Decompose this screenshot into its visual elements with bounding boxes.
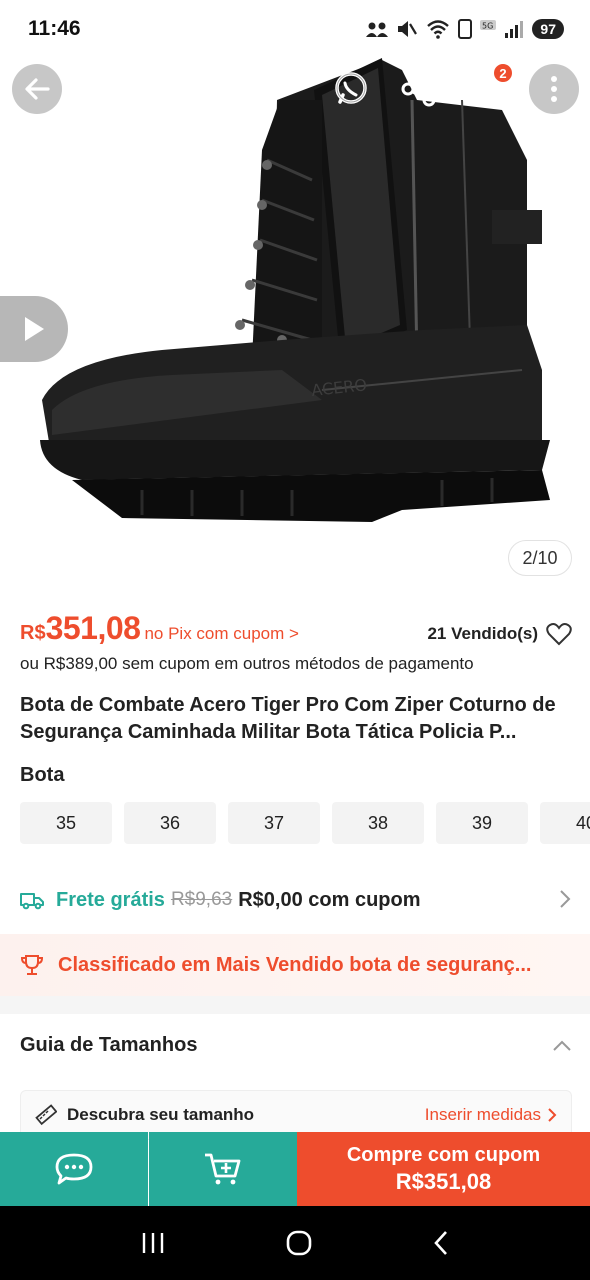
buy-with-coupon-button[interactable]: Compre com cupom R$351,08	[297, 1132, 590, 1206]
chat-icon	[55, 1153, 93, 1185]
product-image-boot: ACERO	[40, 58, 550, 522]
share-icon	[401, 71, 436, 107]
image-counter: 2/10	[508, 540, 572, 576]
price-currency: R$	[20, 622, 46, 644]
insert-measurements-link[interactable]: Inserir medidas	[425, 1105, 557, 1125]
ranking-text: Classificado em Mais Vendido bota de seg…	[58, 953, 532, 976]
heart-icon	[546, 623, 572, 646]
truck-icon	[20, 893, 44, 910]
favorite-button[interactable]	[546, 622, 572, 651]
product-title: Bota de Combate Acero Tiger Pro Com Zipe…	[20, 694, 556, 743]
more-vertical-icon	[551, 76, 557, 102]
trophy-icon	[20, 955, 44, 975]
back-button[interactable]	[12, 64, 62, 114]
old-shipping-price: R$9,63	[170, 889, 233, 910]
size-option[interactable]: 40	[540, 802, 590, 844]
size-option[interactable]: 39	[436, 802, 528, 844]
battery-level: 97	[532, 19, 564, 39]
play-video-button[interactable]	[0, 296, 68, 362]
mute-icon	[398, 21, 418, 37]
section-divider	[0, 996, 590, 1014]
signal-icon	[505, 21, 524, 38]
pix-coupon-link[interactable]: no Pix com cupom >	[144, 624, 299, 644]
size-option[interactable]: 36	[124, 802, 216, 844]
shipping-row[interactable]: Frete grátis R$9,63 R$0,00 com cupom	[20, 880, 572, 920]
alt-price-text: ou R$389,00 sem cupom em outros métodos …	[20, 654, 474, 673]
play-icon	[25, 317, 44, 341]
buy-label: Compre com cupom	[346, 1143, 541, 1166]
size-options: 35 36 37 38 39 40	[20, 802, 590, 844]
chevron-right-icon	[560, 890, 571, 908]
add-to-cart-button[interactable]	[149, 1132, 297, 1206]
wifi-icon	[427, 20, 450, 39]
status-icons: 5G 97	[366, 18, 564, 40]
recents-icon[interactable]	[140, 1231, 166, 1255]
ranking-banner[interactable]: Classificado em Mais Vendido bota de seg…	[0, 934, 590, 996]
size-option[interactable]: 37	[228, 802, 320, 844]
size-option[interactable]: 35	[20, 802, 112, 844]
cart-button[interactable]: 2	[464, 62, 514, 112]
sold-count: 21 Vendido(s)	[427, 624, 538, 643]
whatsapp-icon	[335, 72, 367, 104]
buy-price: R$351,08	[395, 1168, 492, 1194]
chevron-up-icon	[553, 1040, 571, 1051]
size-option[interactable]: 38	[332, 802, 424, 844]
back-nav-icon[interactable]	[432, 1229, 450, 1257]
variant-label: Bota	[20, 764, 65, 786]
add-cart-icon	[205, 1153, 241, 1185]
arrow-left-icon	[25, 78, 50, 100]
status-bar: 11:46 5G 97	[0, 0, 590, 58]
more-options-button[interactable]	[529, 64, 579, 114]
whatsapp-share-button[interactable]	[328, 66, 374, 112]
insert-measurements-label: Inserir medidas	[424, 1105, 541, 1124]
home-icon[interactable]	[285, 1229, 313, 1257]
price-value: 351,08	[45, 610, 141, 646]
share-button[interactable]	[396, 66, 442, 112]
size-guide-header[interactable]: Guia de Tamanhos	[20, 1034, 572, 1057]
svg-text:5G: 5G	[482, 22, 493, 31]
alarm-icon	[458, 19, 473, 39]
product-gallery[interactable]: ACERO 2 2/10	[0, 0, 590, 600]
discover-size-label: Descubra seu tamanho	[67, 1105, 255, 1124]
bottom-action-bar: Compre com cupom R$351,08	[0, 1132, 590, 1206]
chat-button[interactable]	[0, 1132, 148, 1206]
network-5g-icon: 5G	[480, 20, 497, 31]
new-shipping-price: R$0,00 com cupom	[238, 888, 421, 911]
ruler-icon	[35, 1104, 57, 1126]
system-nav-bar	[0, 1206, 590, 1280]
people-icon	[366, 22, 389, 37]
status-time: 11:46	[28, 17, 81, 40]
cart-count-badge: 2	[492, 62, 514, 84]
size-guide-title: Guia de Tamanhos	[20, 1034, 198, 1056]
free-shipping-label: Frete grátis	[56, 888, 165, 911]
chevron-right-icon	[548, 1108, 557, 1122]
